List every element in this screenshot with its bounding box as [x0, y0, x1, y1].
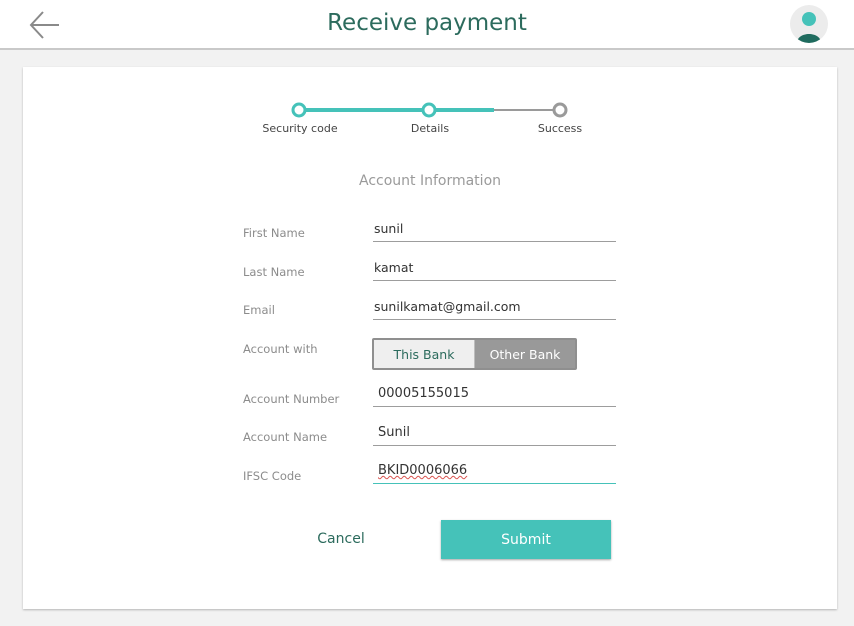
step-1-marker	[291, 102, 307, 118]
email-field[interactable]	[373, 296, 616, 320]
ifsc-code-value: BKID0006066	[378, 463, 468, 478]
payment-form-card: Security code Details Success Account In…	[23, 67, 837, 609]
this-bank-option[interactable]: This Bank	[374, 340, 474, 368]
page-title: Receive payment	[327, 10, 527, 36]
last-name-field[interactable]	[373, 257, 616, 281]
ifsc-code-field[interactable]: BKID0006066	[373, 460, 616, 484]
account-name-field[interactable]	[373, 422, 616, 446]
user-avatar-icon[interactable]	[790, 5, 828, 43]
progress-stepper: Security code Details Success	[23, 67, 837, 147]
section-title: Account Information	[358, 173, 502, 189]
ifsc-code-label: IFSC Code	[243, 469, 302, 483]
step-3-label: Success	[537, 122, 583, 135]
step-2-label: Details	[410, 122, 450, 135]
step-3-marker	[552, 102, 568, 118]
account-name-label: Account Name	[243, 430, 328, 444]
email-label: Email	[243, 303, 275, 317]
first-name-label: First Name	[243, 226, 305, 240]
account-with-toggle: This Bank Other Bank	[372, 338, 577, 370]
account-number-label: Account Number	[243, 392, 340, 406]
step-2-marker	[421, 102, 437, 118]
step-1-label: Security code	[262, 122, 338, 135]
account-number-field[interactable]	[373, 383, 616, 407]
account-with-label: Account with	[243, 342, 318, 356]
submit-button[interactable]: Submit	[441, 520, 611, 559]
first-name-field[interactable]	[373, 218, 616, 242]
last-name-label: Last Name	[243, 265, 305, 279]
app-header: Receive payment	[0, 0, 854, 50]
cancel-button[interactable]: Cancel	[291, 527, 391, 551]
other-bank-option[interactable]: Other Bank	[474, 340, 575, 368]
